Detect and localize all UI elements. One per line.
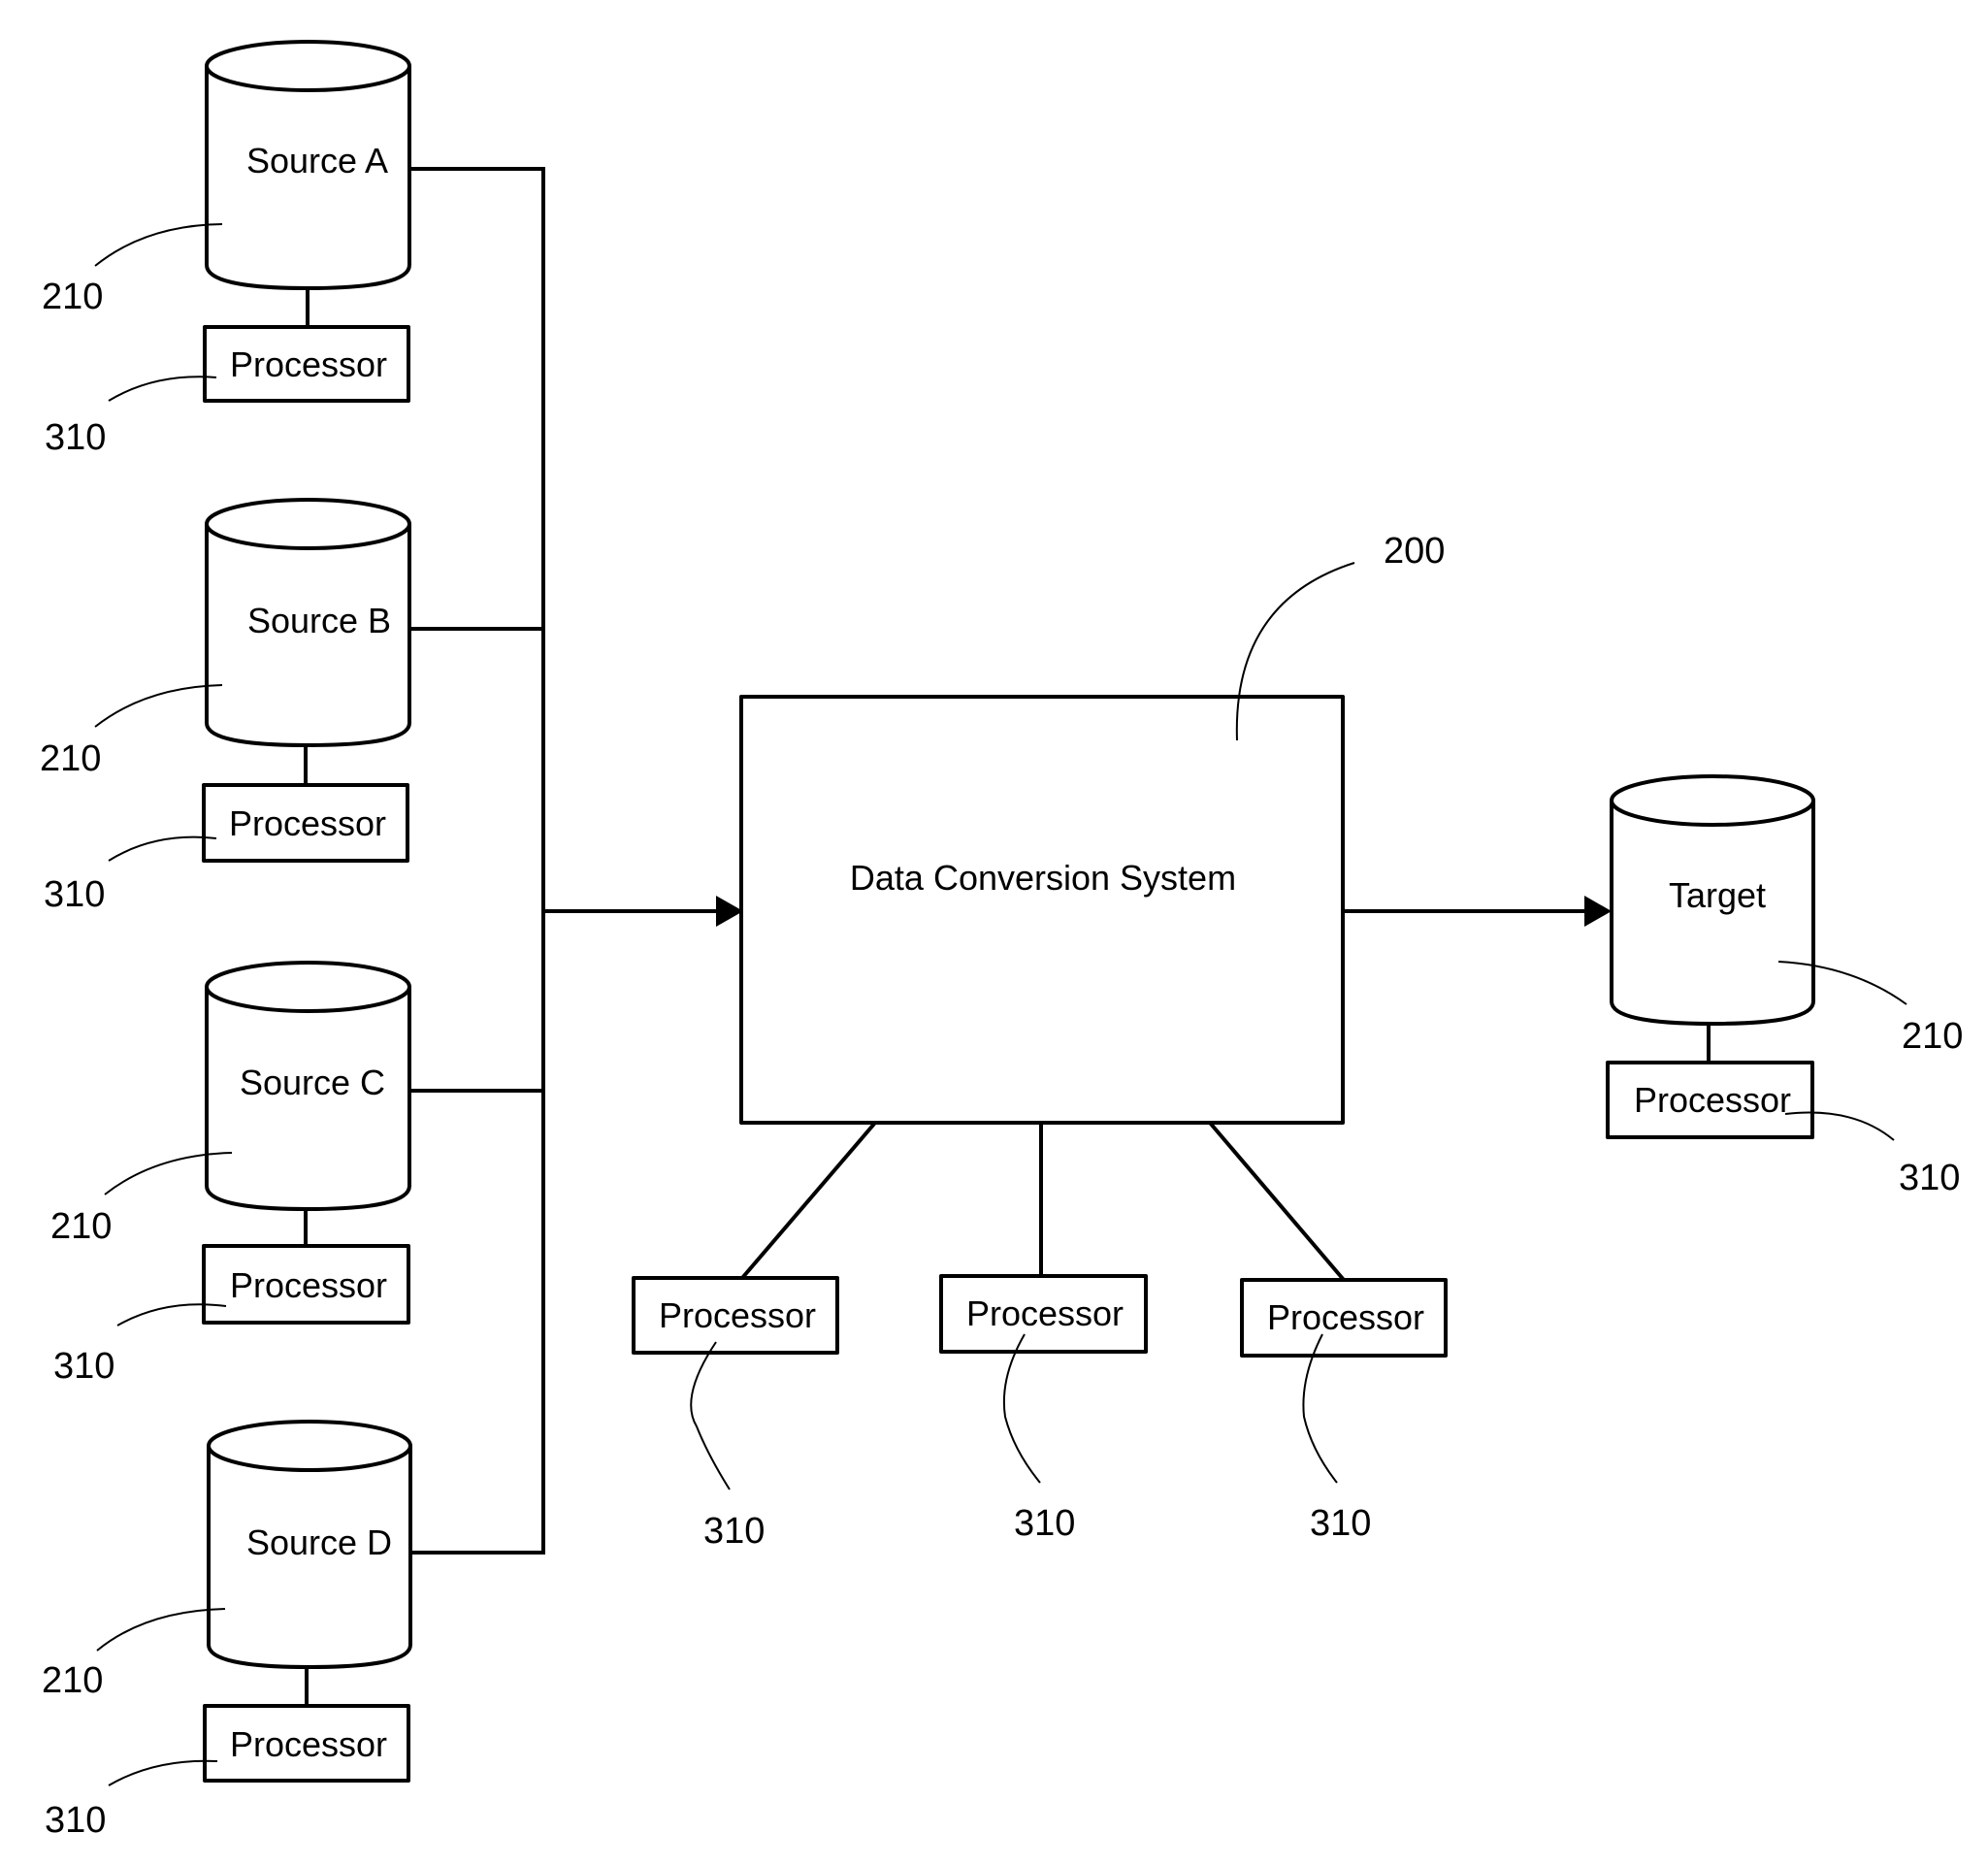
ref-number-310: 310 [44, 874, 105, 915]
data-conversion-diagram: Source A Processor 210 310 Source B Proc… [40, 40, 1963, 1841]
processor-label: Processor [966, 1293, 1124, 1333]
processor-label: Processor [1267, 1297, 1424, 1337]
ref-leader-line [108, 376, 217, 402]
processor-label: Processor [1634, 1080, 1791, 1120]
ref-leader-line [108, 1759, 218, 1786]
system-processor-links [740, 1121, 1346, 1282]
system-processor-2[interactable]: Processor 310 [939, 1274, 1148, 1544]
source-a[interactable]: Source A Processor 210 310 [42, 40, 411, 458]
ref-leader-line [690, 1341, 731, 1490]
target[interactable]: Target Processor 210 310 [1606, 774, 1963, 1198]
ref-number-210: 210 [42, 277, 103, 317]
processor-label: Processor [230, 1724, 387, 1764]
processor-label: Processor [659, 1295, 816, 1335]
ref-leader-line [108, 835, 217, 862]
arrow-bus-to-system [543, 896, 743, 927]
processor-label: Processor [229, 803, 386, 843]
source-label: Source C [240, 1063, 385, 1102]
source-bus [409, 167, 545, 1555]
source-d[interactable]: Source D Processor 210 310 [42, 1420, 412, 1841]
arrowhead-icon [1584, 896, 1612, 927]
arrow-system-to-target [1343, 896, 1612, 927]
cylinder-top [205, 40, 411, 92]
target-processor[interactable]: Processor [1606, 1061, 1814, 1139]
ref-number-310: 310 [45, 417, 106, 458]
source-label: Source D [246, 1522, 392, 1562]
ref-leader-line [94, 223, 223, 267]
processor-link [740, 1121, 877, 1280]
ref-number-200: 200 [1384, 531, 1445, 572]
ref-number-210: 210 [40, 738, 101, 779]
source-d-processor[interactable]: Processor [203, 1704, 410, 1783]
processor-link [1208, 1121, 1346, 1282]
source-b-processor[interactable]: Processor [202, 783, 409, 863]
source-label: Source B [247, 601, 391, 640]
processor-label: Processor [230, 344, 387, 384]
ref-number-310: 310 [703, 1511, 765, 1552]
cylinder-top [205, 961, 411, 1013]
processor-label: Processor [230, 1265, 387, 1305]
data-conversion-system[interactable]: Data Conversion System 200 [739, 531, 1445, 1125]
ref-number-310: 310 [45, 1800, 106, 1841]
ref-number-310: 310 [53, 1346, 114, 1387]
target-label: Target [1669, 875, 1766, 915]
ref-number-210: 210 [42, 1660, 103, 1701]
system-label: Data Conversion System [850, 858, 1236, 898]
source-label: Source A [246, 141, 388, 180]
ref-number-310: 310 [1014, 1503, 1075, 1544]
source-c-processor[interactable]: Processor [202, 1244, 410, 1325]
cylinder-top [1610, 774, 1815, 827]
cylinder-top [205, 498, 411, 550]
ref-leader-line [96, 1608, 226, 1652]
ref-leader-line [94, 684, 223, 728]
ref-number-210: 210 [1902, 1016, 1963, 1057]
source-b[interactable]: Source B Processor 210 310 [40, 498, 411, 915]
ref-leader-line [1002, 1333, 1041, 1484]
system-processor-3[interactable]: Processor 310 [1240, 1278, 1448, 1544]
ref-number-210: 210 [50, 1206, 112, 1247]
source-c[interactable]: Source C Processor 210 310 [50, 961, 411, 1387]
source-a-processor[interactable]: Processor [203, 325, 410, 403]
system-processor-1[interactable]: Processor 310 [632, 1276, 839, 1552]
ref-number-310: 310 [1899, 1158, 1960, 1198]
ref-number-310: 310 [1310, 1503, 1371, 1544]
arrowhead-icon [716, 896, 743, 927]
cylinder-top [207, 1420, 412, 1472]
system-box [739, 695, 1345, 1125]
